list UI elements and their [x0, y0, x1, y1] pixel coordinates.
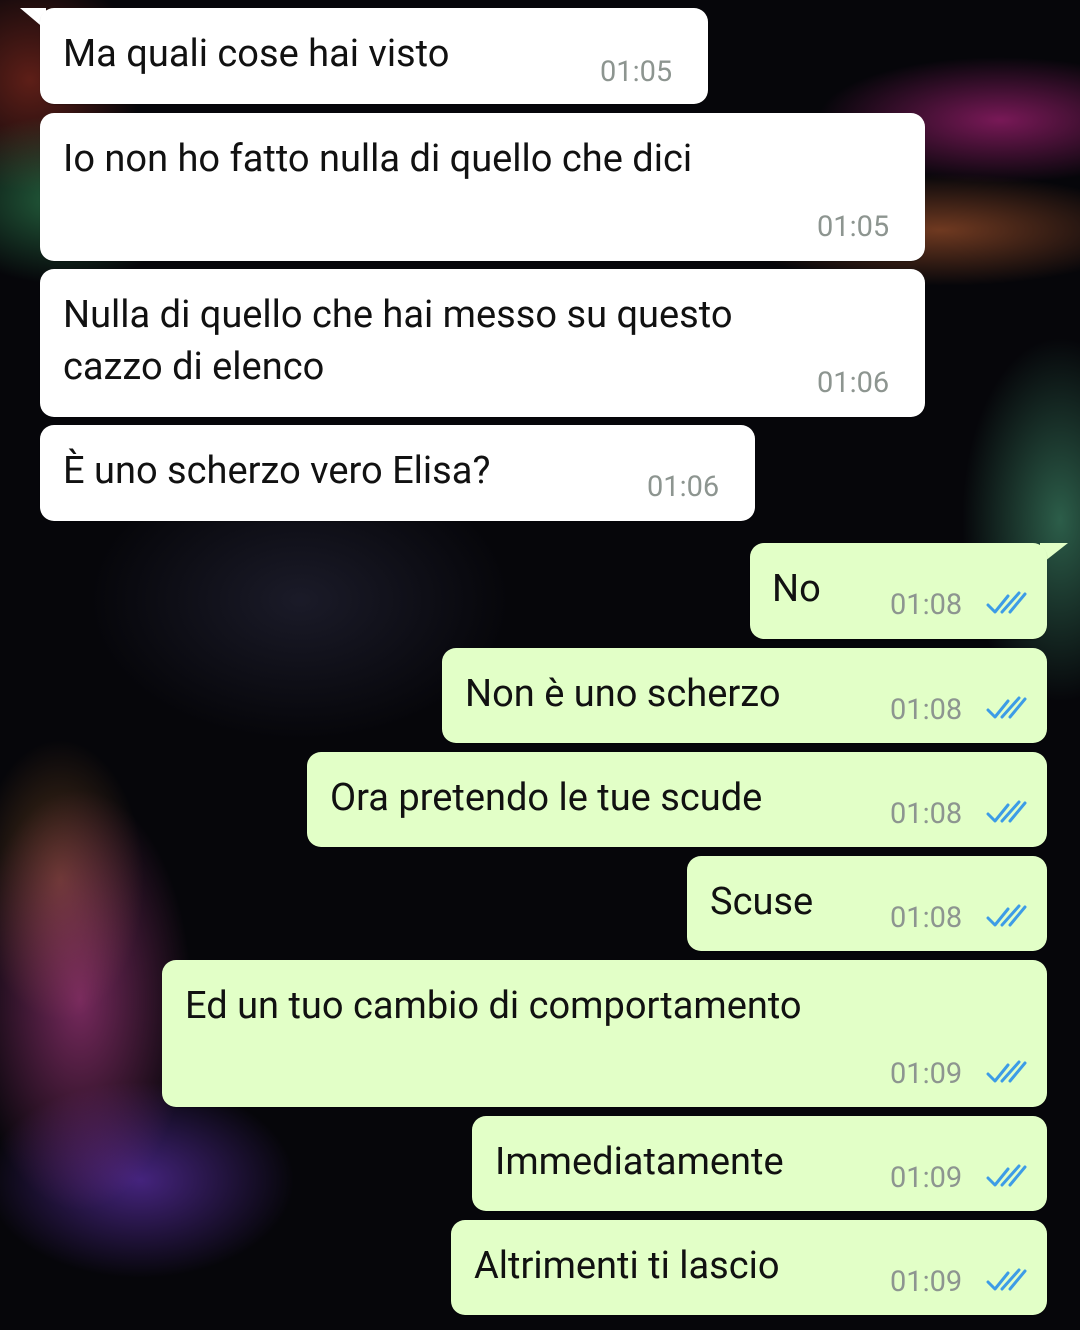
message-text: Non è uno scherzo [465, 672, 781, 716]
message-time: 01:09 [890, 1265, 963, 1299]
outgoing-message[interactable]: Ed un tuo cambio di comportamento 01:09 [162, 960, 1047, 1107]
double-check-read-icon [986, 904, 1027, 927]
message-text: Nulla di quello che hai messo su questo … [63, 293, 733, 389]
outgoing-message[interactable]: No 01:08 [750, 543, 1047, 639]
outgoing-message[interactable]: Scuse 01:08 [687, 856, 1047, 951]
incoming-message[interactable]: Io non ho fatto nulla di quello che dici… [40, 113, 925, 261]
incoming-message[interactable]: Ma quali cose hai visto 01:05 [40, 8, 708, 104]
outgoing-message[interactable]: Non è uno scherzo 01:08 [442, 648, 1047, 743]
message-text: Altrimenti ti lascio [474, 1244, 780, 1288]
message-text: Scuse [710, 880, 814, 924]
incoming-message[interactable]: Nulla di quello che hai messo su questo … [40, 269, 925, 417]
message-text: Immediatamente [495, 1140, 784, 1184]
message-text: Ed un tuo cambio di comportamento [185, 984, 802, 1028]
outgoing-message[interactable]: Altrimenti ti lascio 01:09 [451, 1220, 1047, 1315]
double-check-read-icon [986, 1164, 1027, 1187]
incoming-message[interactable]: È uno scherzo vero Elisa? 01:06 [40, 425, 755, 521]
message-time: 01:06 [647, 470, 720, 504]
double-check-read-icon [986, 1268, 1027, 1291]
message-time: 01:08 [890, 588, 963, 622]
double-check-read-icon [986, 1060, 1027, 1083]
double-check-read-icon [986, 800, 1027, 823]
message-time: 01:09 [890, 1161, 963, 1195]
message-text: Ma quali cose hai visto [63, 32, 450, 76]
message-time: 01:05 [817, 210, 890, 244]
double-check-read-icon [986, 696, 1027, 719]
message-time: 01:08 [890, 901, 963, 935]
message-time: 01:08 [890, 693, 963, 727]
message-time: 01:05 [600, 55, 673, 89]
outgoing-message[interactable]: Ora pretendo le tue scude 01:08 [307, 752, 1047, 847]
message-text: È uno scherzo vero Elisa? [63, 449, 491, 493]
double-check-read-icon [986, 591, 1027, 614]
message-time: 01:08 [890, 797, 963, 831]
outgoing-message[interactable]: Immediatamente 01:09 [472, 1116, 1047, 1211]
message-time: 01:09 [890, 1057, 963, 1091]
message-list[interactable]: Ma quali cose hai visto 01:05 Io non ho … [0, 0, 1080, 1330]
message-text: Io non ho fatto nulla di quello che dici [63, 137, 693, 181]
message-time: 01:06 [817, 366, 890, 400]
message-text: No [772, 567, 821, 611]
message-text: Ora pretendo le tue scude [330, 776, 763, 820]
